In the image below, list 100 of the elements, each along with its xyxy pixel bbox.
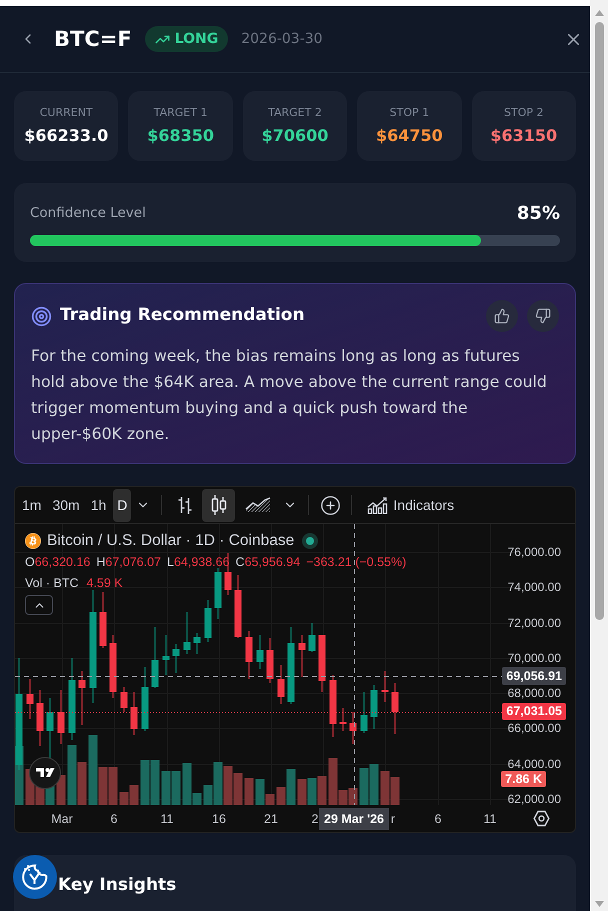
interval-button[interactable]: 30m [48, 488, 84, 522]
settings-icon[interactable] [533, 810, 550, 827]
symbol-title: Bitcoin / U.S. Dollar · 1D · Coinbase [47, 532, 294, 550]
signal-date: 2026-03-30 [241, 30, 323, 48]
scrollbar-thumb[interactable] [594, 22, 604, 620]
volume-bar [390, 777, 400, 805]
candle [46, 698, 54, 758]
price-axis-label: 66,000.00 [508, 722, 561, 734]
price-axis-label: 68,000.00 [508, 687, 561, 699]
candle [142, 666, 148, 732]
volume-bar [68, 745, 76, 805]
candle [36, 690, 44, 746]
candle [58, 690, 64, 744]
cookie-icon [20, 862, 50, 892]
stat-label: STOP 2 [504, 106, 544, 120]
candle [266, 638, 274, 684]
volume-bar [370, 764, 378, 805]
price-axis-label: 74,000.00 [508, 581, 561, 593]
candle [392, 682, 398, 734]
candle [110, 634, 116, 698]
area-chart-icon [245, 497, 272, 513]
candle [214, 568, 222, 620]
volume-bar [380, 771, 390, 805]
price-tag: 67,031.05 [502, 703, 566, 720]
candle [256, 634, 264, 670]
ohlc-label: L [166, 554, 174, 570]
recommendation-title: Trading Recommendation [60, 304, 305, 328]
candle [26, 678, 34, 720]
candle [204, 600, 212, 642]
stat-label: CURRENT [40, 106, 93, 120]
ohlc-value: 67,076.07 [105, 554, 161, 570]
time-axis-label: 16 [212, 811, 226, 827]
candle [308, 622, 316, 652]
direction-label: LONG [174, 32, 218, 46]
stat-value: $70600 [262, 126, 328, 146]
candle [340, 708, 346, 732]
dislike-button[interactable] [527, 300, 559, 332]
volume-bar [150, 760, 160, 805]
thumbs-down-icon [535, 308, 551, 324]
candle [234, 574, 242, 638]
price-axis-label: 62,000.00 [508, 793, 561, 805]
candle [184, 612, 190, 654]
volume-bar [348, 788, 358, 805]
time-axis-label: 2 [312, 811, 318, 827]
crosshair-date-label: 29 Mar '26 [319, 808, 389, 830]
volume-bar [360, 768, 368, 805]
ticker-title: BTC=F [54, 28, 132, 50]
candle [278, 664, 284, 704]
chart-type-button[interactable] [202, 488, 236, 522]
time-axis-label: 21 [264, 811, 278, 827]
interval-button[interactable]: 1m [18, 488, 46, 522]
price-axis-label: 76,000.00 [508, 546, 561, 558]
candle [130, 692, 138, 736]
volume-label: Vol · BTC [25, 575, 78, 591]
like-button[interactable] [486, 300, 518, 332]
candle [318, 634, 326, 692]
volume-value: 4.59 K [86, 575, 123, 591]
insights-title: Key Insights [58, 874, 178, 897]
time-axis-label: 11 [160, 811, 174, 827]
recommendation-text: For the coming week, the bias remains long as long as futures hold above the $64K area. A move above the current range could trigger momentum buying and a quick push toward the upper-$60K zone. [31, 345, 548, 445]
candle [194, 632, 200, 654]
confidence-value: 85% [516, 202, 560, 226]
scrollbar[interactable] [590, 0, 608, 911]
volume-bar [78, 762, 86, 805]
candle [120, 686, 128, 712]
indicators-button[interactable]: Indicators [361, 488, 460, 522]
candle [172, 644, 180, 674]
candle [246, 630, 252, 680]
candle [370, 684, 378, 730]
stat-value: $64750 [376, 126, 443, 146]
interval-button[interactable]: D [113, 488, 132, 522]
price-change: −363.21 (−0.55%) [306, 554, 406, 570]
bitcoin-icon [25, 533, 41, 549]
candle [152, 626, 158, 688]
candle [100, 592, 106, 648]
stat-label: TARGET 2 [268, 106, 322, 120]
candle [382, 670, 388, 702]
candle [162, 634, 170, 676]
chart-logo-icon[interactable] [29, 757, 61, 789]
candle [298, 634, 306, 678]
indicators-icon [367, 496, 388, 514]
candle [350, 712, 356, 744]
ohlc-label: O [25, 554, 35, 570]
volume-bar [318, 776, 326, 805]
stat-label: STOP 1 [390, 106, 430, 120]
candle [330, 674, 336, 738]
volume-bar [308, 778, 316, 805]
volume-bar [224, 766, 232, 805]
thumbs-up-icon [494, 308, 510, 324]
ohlc-value: 65,956.94 [244, 554, 300, 570]
interval-button[interactable]: 1h [86, 488, 110, 522]
stat-value: $66233.0 [24, 126, 108, 146]
volume-bar [234, 773, 242, 805]
volume-bar [298, 779, 306, 805]
price-tag: 69,056.91 [502, 667, 566, 685]
candle [78, 670, 86, 726]
price-tag: 7.86 K [501, 771, 546, 787]
stat-value: $63150 [490, 126, 558, 146]
ohlc-value: 66,320.16 [34, 554, 90, 570]
volume-bar [172, 771, 180, 805]
